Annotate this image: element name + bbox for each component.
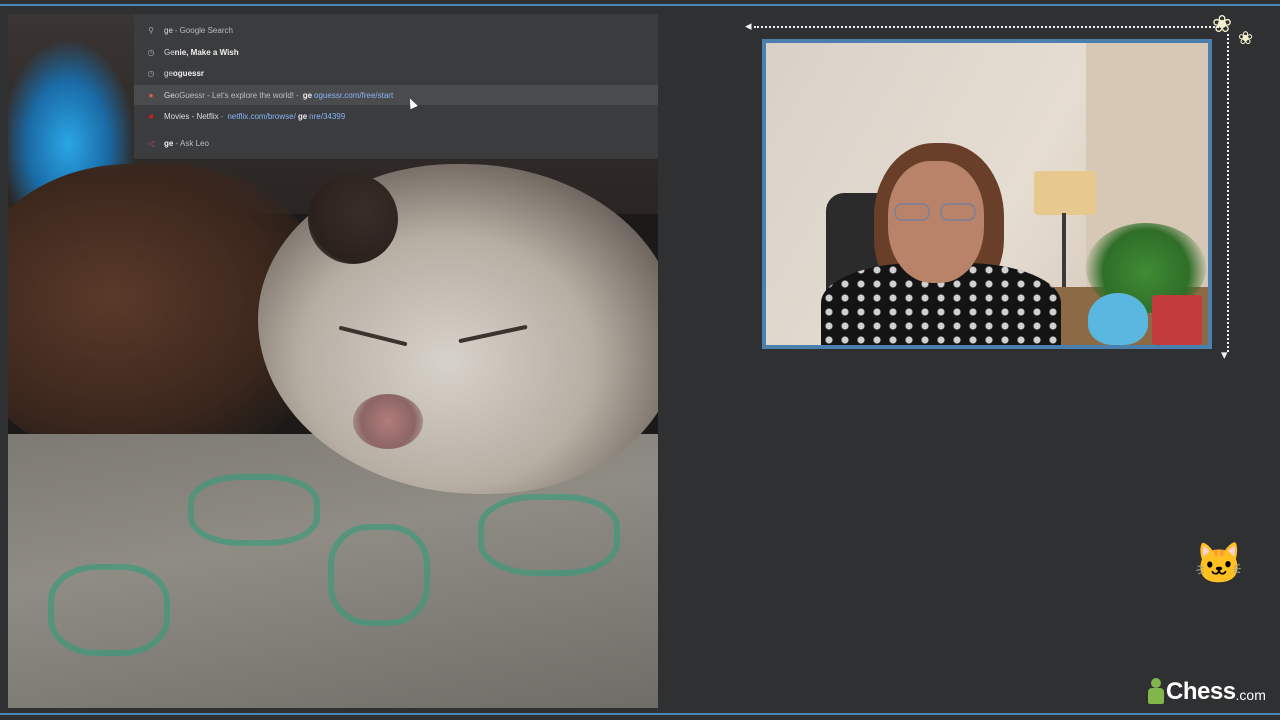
blanket-pattern — [48, 564, 170, 656]
blanket-pattern — [188, 474, 320, 546]
suggestion-text: nie, Make a Wish — [174, 47, 239, 57]
logo-word: Chess — [1166, 678, 1236, 705]
history-icon: ◷ — [147, 47, 155, 57]
netflix-favicon-icon: ■ — [148, 111, 154, 121]
logo-domain: .com — [1235, 687, 1266, 703]
suggestion-text: oguessr.com/free/start — [314, 90, 394, 100]
chess-com-logo: Chess .com — [1148, 676, 1266, 708]
suggestion-text: Ask Leo — [180, 138, 209, 148]
suggestion-text: ge — [164, 68, 173, 78]
suggestion-text: ge — [302, 90, 313, 100]
omnibox-suggestion[interactable]: ■ Movies - Netflix - netflix.com/browse/g… — [134, 106, 658, 126]
leo-icon: ◁ — [147, 138, 155, 148]
blanket-pattern — [478, 494, 620, 576]
suggestion-text: netflix.com/browse/ — [227, 111, 296, 121]
cat-sticker-icon: 🐱 — [1194, 542, 1244, 586]
streamer-face — [888, 161, 984, 283]
omnibox-suggestion[interactable]: ◷ ge oguessr — [134, 63, 658, 83]
suggestion-text: Ge — [164, 90, 175, 100]
suggestion-text: oGuessr - Let's explore the world! — [174, 90, 295, 100]
plant-pot — [1152, 295, 1202, 345]
suggestion-text: Ge — [164, 47, 175, 57]
streamer-webcam — [762, 39, 1212, 349]
lamp — [1034, 171, 1096, 215]
dotted-border-top — [754, 26, 1219, 28]
arrow-left-icon: ◂ — [745, 18, 752, 33]
search-icon: ⚲ — [148, 25, 154, 35]
geoguessr-favicon-icon: ● — [148, 90, 154, 100]
omnibox-suggestion[interactable]: ◁ ge - Ask Leo — [134, 133, 658, 153]
glasses — [894, 203, 978, 221]
cat-nose — [353, 394, 423, 449]
suggestion-text: ge — [164, 138, 174, 148]
suggestion-text: ge — [164, 25, 173, 35]
blanket-pattern — [328, 524, 430, 626]
lamp-stand — [1062, 213, 1066, 291]
dotted-border-right — [1227, 34, 1229, 352]
omnibox-suggestion[interactable]: ◷ Ge nie, Make a Wish — [134, 42, 658, 62]
suggestion-text: Movies - Netflix — [164, 111, 219, 121]
suggestion-text: - — [296, 90, 299, 100]
suggestion-text: - — [175, 138, 179, 148]
suggestion-text: nre/34399 — [309, 111, 346, 121]
omnibox-suggestion[interactable]: ⚲ ge - Google Search — [134, 20, 658, 40]
omnibox-suggestion[interactable]: ● Ge oGuessr - Let's explore the world! - … — [134, 85, 658, 105]
suggestion-text: - — [220, 111, 224, 121]
cat-ear — [308, 174, 398, 264]
browser-omnibox-dropdown[interactable]: ⚲ ge - Google Search ◷ Ge nie, Make a Wish ◷ g… — [134, 14, 658, 159]
pawn-icon — [1148, 678, 1164, 706]
suggestion-text: Google Search — [179, 25, 233, 35]
history-icon: ◷ — [147, 68, 155, 78]
suggestion-text: - — [174, 25, 178, 35]
octopus-plush — [1088, 293, 1148, 345]
flower-icon: ❀ — [1238, 28, 1254, 48]
suggestion-text: oguessr — [172, 68, 205, 78]
top-frame-line — [0, 4, 1280, 6]
bottom-frame-line — [0, 713, 1280, 715]
arrow-down-icon: ▾ — [1221, 347, 1228, 362]
flower-icon: ❀ — [1212, 11, 1233, 38]
suggestion-text: ge — [297, 111, 308, 121]
